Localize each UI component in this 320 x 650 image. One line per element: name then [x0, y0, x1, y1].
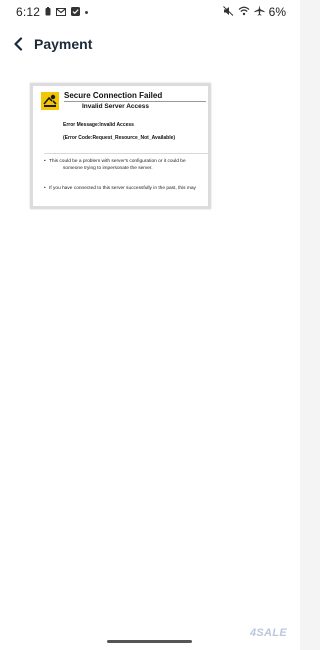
battery-saver-icon [45, 5, 51, 19]
watermark-logo: 4SALE [250, 627, 287, 639]
wifi-icon [238, 5, 250, 19]
bullet-text-continued: someone trying to impersonate the server… [63, 166, 153, 171]
back-button[interactable] [8, 34, 28, 54]
page-title: Payment [34, 36, 93, 52]
notification-dot [85, 10, 89, 14]
bullet-marker: • [44, 186, 46, 191]
battery-level: 6% [268, 5, 286, 19]
checkbox-icon [71, 5, 81, 19]
app-bar: Payment [0, 24, 300, 64]
bullet-text: If you have connected to this server suc… [49, 186, 196, 191]
error-message: Error Message:Invalid Access [63, 122, 134, 128]
error-title: Secure Connection Failed [64, 91, 163, 100]
bullet-text: This could be a problem with server's co… [49, 159, 186, 164]
chevron-left-icon [14, 37, 23, 51]
card-divider [44, 153, 208, 154]
home-indicator[interactable] [107, 640, 192, 643]
title-underline [64, 101, 206, 102]
mute-icon [222, 5, 234, 19]
warning-icon [41, 92, 59, 110]
error-card: Secure Connection Failed Invalid Server … [30, 83, 211, 209]
bullet-item: • This could be a problem with server's … [44, 158, 212, 172]
error-code: (Error Code:Request_Resource_Not_Availab… [63, 135, 176, 141]
status-bar-right: 6% [222, 5, 286, 19]
status-bar: 6:12 6% [0, 0, 300, 24]
airplane-icon [254, 5, 265, 19]
bullet-item: • If you have connected to this server s… [44, 185, 212, 192]
error-subtitle: Invalid Server Access [82, 103, 149, 110]
status-time: 6:12 [16, 5, 41, 19]
gmail-icon [56, 5, 67, 19]
status-bar-left: 6:12 [16, 5, 89, 19]
bullet-marker: • [44, 159, 46, 164]
